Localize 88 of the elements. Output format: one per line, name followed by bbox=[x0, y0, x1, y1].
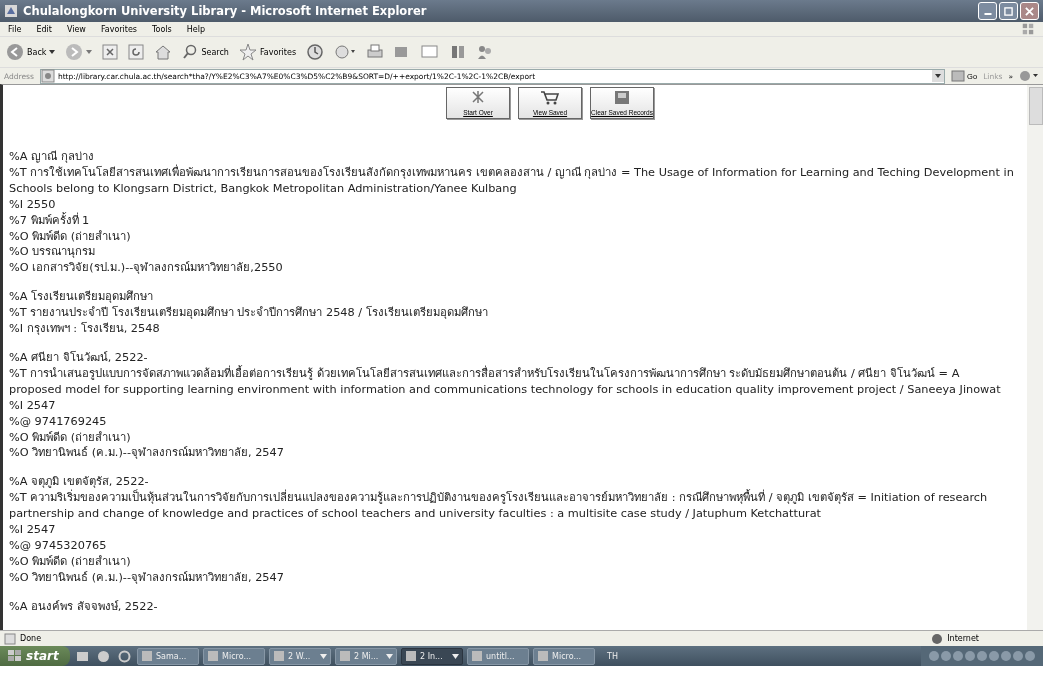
record-line: %O เอกสารวิจัย(รป.ม.)--จุฬาลงกรณ์มหาวิทยาลัย,2550 bbox=[9, 260, 283, 277]
record-line: %A อนงค์พร สัจจพงษ์, 2522- bbox=[9, 598, 158, 615]
record-line: %O บรรณานุกรม bbox=[9, 244, 96, 261]
maximize-icon bbox=[1004, 6, 1013, 16]
record-line: %I 2547 bbox=[9, 522, 56, 538]
caret-icon bbox=[386, 653, 393, 659]
taskbar-button[interactable]: untitl... bbox=[467, 647, 529, 665]
record-line: %O วิทยานิพนธ์ (ค.ม.)--จุฬาลงกรณ์มหาวิทยาลัย, 2547 bbox=[9, 445, 284, 462]
stop-icon bbox=[102, 44, 119, 60]
taskbar-button[interactable]: Micro... bbox=[533, 647, 595, 665]
extension-icon[interactable] bbox=[1019, 69, 1039, 83]
record-line: %O พิมพ์ดีด (ถ่ายสำเนา) bbox=[9, 553, 131, 570]
taskbar-button[interactable]: Micro... bbox=[203, 647, 265, 665]
search-button[interactable]: Search bbox=[180, 44, 231, 60]
printer-icon bbox=[366, 44, 385, 60]
language-indicator[interactable]: TH bbox=[607, 651, 618, 661]
taskbar-button[interactable]: Sama... bbox=[137, 647, 199, 665]
desktop-icon[interactable] bbox=[76, 649, 89, 663]
menu-item[interactable]: Help bbox=[186, 24, 205, 34]
record-line: %I 2547 bbox=[9, 397, 56, 414]
record-line: %7 พิมพ์ครั้งที่ 1 bbox=[9, 212, 90, 229]
close-icon bbox=[1025, 6, 1034, 16]
clock-icon bbox=[306, 43, 325, 61]
stop-button[interactable] bbox=[100, 44, 121, 60]
caret-icon bbox=[86, 50, 93, 54]
record-line: %T การใช้เทคโนโลยีสารสนเทศเพื่อพัฒนาการเรียนการสอนของโรงเรียนสังกัดกรุงเทพมหานคร เขตคลองสาน / ญาณี กุลบ่าง = The Usage of Information for Learning and Teching Development in Schools belong to Klongsarn District, Bangkok Metropolitan Administration/Yanee Kulbang bbox=[9, 164, 1014, 197]
app-icon bbox=[141, 650, 153, 662]
mail-icon bbox=[334, 44, 357, 60]
menu-item[interactable]: Tools bbox=[152, 24, 172, 34]
record-line: %A ญาณี กุลบ่าง bbox=[9, 149, 94, 164]
refresh-button[interactable] bbox=[126, 44, 147, 60]
record-line: %T รายงานประจำปี โรงเรียนเตรียมอุดมศึกษา ประจำปีการศึกษา 2548 / โรงเรียนเตรียมอุดมศึกษา bbox=[9, 305, 488, 322]
refresh-icon bbox=[128, 44, 145, 60]
monitor-icon bbox=[614, 90, 630, 105]
app-icon bbox=[273, 650, 285, 662]
windows-logo-icon bbox=[1021, 22, 1035, 36]
minimize-button[interactable] bbox=[978, 2, 997, 20]
book-icon bbox=[450, 44, 467, 60]
close-button[interactable] bbox=[1020, 2, 1039, 20]
browser-icon[interactable] bbox=[97, 649, 110, 663]
security-zone: Internet bbox=[947, 634, 979, 643]
record-line: %T ความริเริ่มของความเป็นหุ้นส่วนในการวิจัยกับการเปลี่ยนแปลงของความรู้และการปฏิบัติงานของครูโรงเรียนและอาจารย์มหาวิทยาลัย : กรณีศึกษาพหุพื้นที่ / จตุภูมิ เขตจัตุรัส = Initiation of research partnership and change of knowledge and practices of school teachers and university faculties : a multisite case study / Jatuphum Ketchatturat bbox=[9, 490, 989, 523]
menu-item[interactable]: Favorites bbox=[100, 24, 137, 34]
record-line: %T การนำเสนอรูปแบบการจัดสภาพแวดล้อมที่เอื้อต่อการเรียนรู้ ด้วยเทคโนโลยีสารสนเทศและการสื่อสารสำหรับโรงเรียนในโครงการพัฒนาการศึกษา ระดับมัธยมศึกษาตอนต้น / ศนียา จิโนวัฒน์ = A proposed model for supporting learning environment with information and communications technology for schools in education quality improvement project / Saneeya Jinowat bbox=[9, 365, 1002, 398]
home-icon bbox=[154, 44, 173, 60]
record-line: %O พิมพ์ดีด (ถ่ายสำเนา) bbox=[9, 429, 131, 446]
minimize-icon bbox=[983, 13, 992, 15]
record-line: %O พิมพ์ดีด (ถ่ายสำเนา) bbox=[9, 228, 131, 245]
maximize-button[interactable] bbox=[999, 2, 1018, 20]
app-icon bbox=[207, 650, 219, 662]
start-button[interactable]: start bbox=[0, 646, 70, 666]
menu-item[interactable]: Edit bbox=[36, 24, 52, 34]
taskbar-button[interactable]: 2 Mi... bbox=[335, 647, 397, 665]
app-icon bbox=[405, 650, 417, 662]
menu-item[interactable]: File bbox=[8, 24, 22, 34]
windows-logo-icon bbox=[8, 650, 22, 662]
record-line: %@ 9745320765 bbox=[9, 537, 107, 554]
caret-icon bbox=[452, 653, 459, 659]
record-line: %A ศนียา จิโนวัฒน์, 2522- bbox=[9, 349, 148, 365]
search-icon bbox=[182, 44, 199, 60]
taskbar-button[interactable]: 2 In... bbox=[401, 647, 463, 665]
window-title: Chulalongkorn University Library - Microsoft Internet Explorer bbox=[23, 4, 428, 18]
menu-item[interactable]: View bbox=[66, 24, 86, 34]
record-line: %I กรุงเทพฯ : โรงเรียน, 2548 bbox=[9, 321, 160, 337]
window-icon bbox=[420, 44, 441, 60]
forward-button[interactable] bbox=[63, 43, 95, 61]
taskbar-button[interactable]: 2 W... bbox=[269, 647, 331, 665]
dropdown-icon[interactable] bbox=[932, 70, 945, 82]
cart-icon bbox=[540, 90, 560, 105]
caret-icon bbox=[320, 653, 327, 659]
app-icon bbox=[471, 650, 483, 662]
back-button[interactable]: Back bbox=[4, 43, 58, 61]
status-text: Done bbox=[20, 634, 42, 643]
asterisk-icon bbox=[470, 90, 486, 104]
browser-icon bbox=[4, 4, 18, 18]
globe-icon bbox=[931, 632, 944, 645]
app-icon bbox=[537, 650, 549, 662]
record-line: %@ 9741769245 bbox=[9, 413, 107, 430]
page-icon bbox=[4, 632, 16, 645]
star-icon bbox=[238, 43, 257, 61]
record-line: %A จตุภูมิ เขตจัตุรัส, 2522- bbox=[9, 474, 149, 490]
favorites-button[interactable]: Favorites bbox=[236, 43, 299, 61]
media-icon[interactable] bbox=[118, 649, 131, 663]
record-line: %A โรงเรียนเตรียมอุดมศึกษา bbox=[9, 289, 154, 306]
record-line: %O วิทยานิพนธ์ (ค.ม.)--จุฬาลงกรณ์มหาวิทยาลัย, 2547 bbox=[9, 569, 284, 586]
app-icon bbox=[339, 650, 351, 662]
caret-icon bbox=[49, 50, 56, 54]
record-line: %I 2550 bbox=[9, 196, 56, 212]
